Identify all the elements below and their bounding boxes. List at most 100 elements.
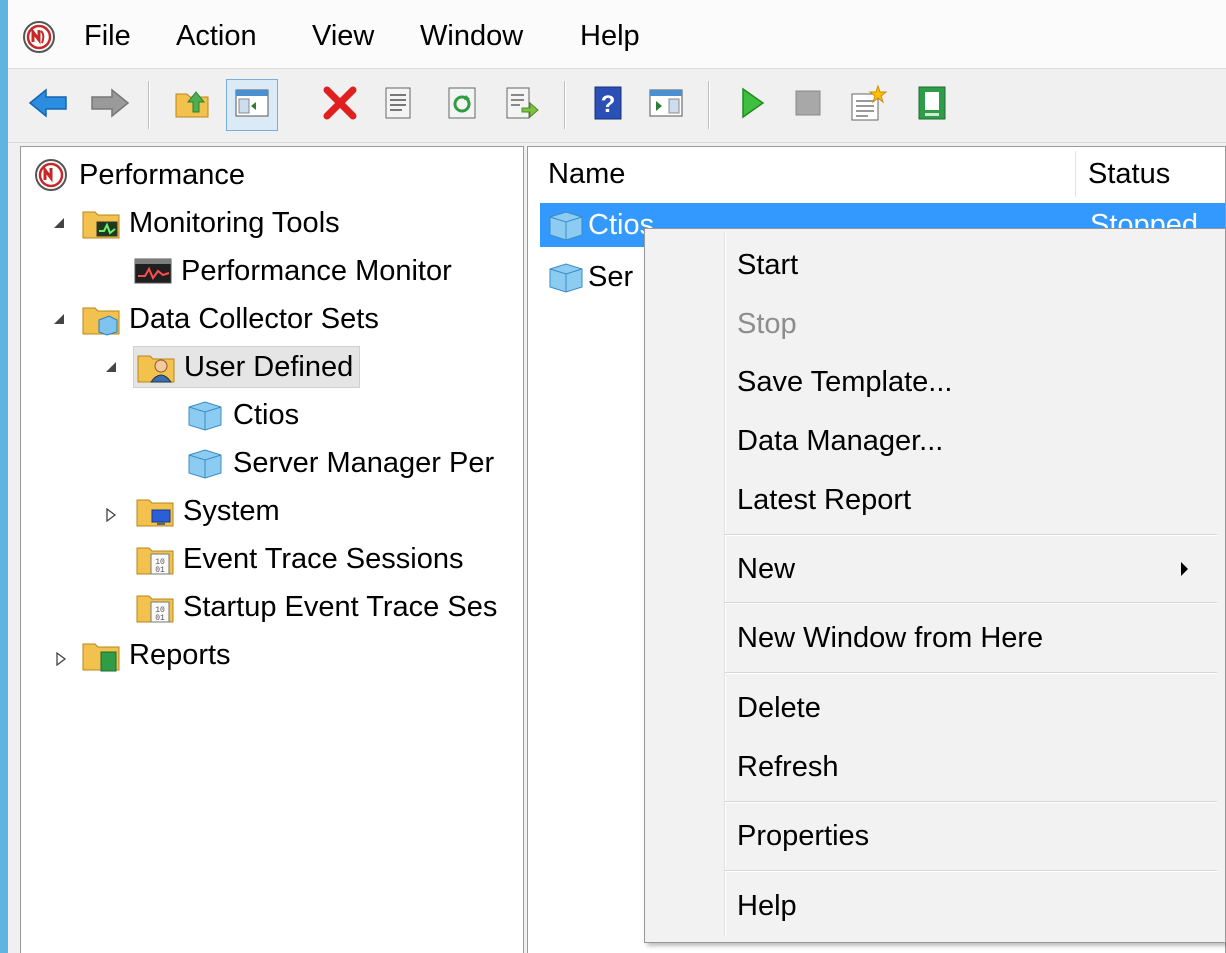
properties-button[interactable] — [372, 79, 424, 131]
show-hide-action-pane-button[interactable] — [640, 79, 692, 131]
collapse-arrow-icon[interactable] — [51, 311, 67, 327]
monitoring-folder-icon — [79, 205, 123, 241]
expand-arrow-icon[interactable] — [53, 651, 69, 667]
new-data-collector-set-button[interactable] — [842, 79, 894, 131]
menu-separator — [725, 672, 1217, 674]
tree-node-system[interactable]: System — [133, 491, 286, 531]
menu-help[interactable]: Help — [576, 17, 644, 55]
tree-node-event-trace-sessions[interactable]: 10 01 Event Trace Sessions — [133, 539, 469, 579]
performance-monitor-icon — [131, 253, 175, 289]
tree-node-ctios[interactable]: Ctios — [183, 395, 305, 435]
collapse-arrow-icon[interactable] — [103, 359, 119, 375]
delete-button[interactable] — [314, 79, 366, 131]
tree-node-user-defined[interactable]: User Defined — [133, 346, 361, 388]
menu-separator — [725, 801, 1217, 803]
trace-folder-icon: 10 01 — [133, 589, 177, 625]
ctx-help[interactable]: Help — [645, 880, 1225, 932]
ctx-properties[interactable]: Properties — [645, 810, 1225, 862]
export-list-button[interactable] — [496, 79, 548, 131]
tree-node-server-manager[interactable]: Server Manager Per — [183, 443, 500, 483]
tree-label: Ctios — [233, 399, 300, 431]
tree-label: System — [183, 495, 280, 527]
up-one-level-button[interactable] — [166, 79, 218, 131]
stop-button[interactable] — [782, 79, 834, 131]
console-tree: Performance Monitoring Tools Performance… — [20, 146, 524, 953]
refresh-button[interactable] — [436, 79, 488, 131]
collector-set-icon — [546, 261, 586, 298]
show-hide-tree-icon — [234, 87, 270, 124]
menu-separator — [725, 870, 1217, 872]
latest-report-button[interactable] — [906, 79, 958, 131]
ctx-label: Start — [737, 249, 799, 281]
collapse-arrow-icon[interactable] — [51, 215, 67, 231]
performance-icon — [29, 157, 73, 193]
svg-text:?: ? — [601, 91, 616, 118]
collector-set-icon — [546, 209, 586, 246]
menu-bar: File Action View Window Help — [8, 0, 1226, 69]
ctx-new-window-from-here[interactable]: New Window from Here — [645, 612, 1225, 664]
system-folder-icon — [133, 493, 177, 529]
report-icon — [916, 85, 948, 126]
refresh-icon — [446, 86, 478, 125]
ctx-start[interactable]: Start — [645, 239, 1225, 291]
menu-separator — [725, 602, 1217, 604]
tree-label: Event Trace Sessions — [183, 543, 464, 575]
ctx-label: Help — [737, 890, 797, 922]
column-header-status[interactable]: Status — [1076, 151, 1225, 197]
start-button[interactable] — [726, 79, 778, 131]
performance-app-icon[interactable] — [22, 20, 56, 59]
stop-icon — [793, 88, 823, 123]
ctx-stop[interactable]: Stop — [645, 298, 1225, 350]
ctx-label: Stop — [737, 308, 797, 340]
ctx-save-template[interactable]: Save Template... — [645, 356, 1225, 408]
tree-label: Performance Monitor — [181, 255, 452, 287]
tree-node-monitoring-tools[interactable]: Monitoring Tools — [79, 203, 346, 243]
help-button[interactable]: ? — [582, 79, 634, 131]
tree-label: Performance — [79, 159, 246, 191]
ctx-delete[interactable]: Delete — [645, 682, 1225, 734]
start-icon — [737, 86, 767, 125]
tree-label: Data Collector Sets — [129, 303, 379, 335]
menu-action[interactable]: Action — [172, 17, 261, 55]
up-folder-icon — [173, 86, 211, 125]
tree-node-reports[interactable]: Reports — [79, 635, 237, 675]
ctx-label: Delete — [737, 692, 821, 724]
new-collector-icon — [848, 83, 888, 127]
window-edge-accent — [0, 0, 8, 953]
row-name: Ser — [588, 261, 634, 293]
tree-label: Startup Event Trace Ses — [183, 591, 498, 623]
collector-folder-icon — [79, 301, 123, 337]
menu-file[interactable]: File — [80, 17, 135, 55]
ctx-label: Data Manager... — [737, 425, 944, 457]
user-folder-icon — [134, 349, 178, 385]
collector-set-icon — [183, 397, 227, 433]
ctx-data-manager[interactable]: Data Manager... — [645, 415, 1225, 467]
ctx-label: Refresh — [737, 751, 839, 783]
export-list-icon — [504, 86, 540, 125]
back-button[interactable] — [22, 79, 74, 131]
column-header-name[interactable]: Name — [528, 151, 1076, 197]
show-hide-console-tree-button[interactable] — [226, 79, 278, 131]
tree-node-performance[interactable]: Performance — [29, 155, 251, 195]
context-menu: Start Stop Save Template... Data Manager… — [644, 228, 1226, 943]
tree-node-performance-monitor[interactable]: Performance Monitor — [131, 251, 458, 291]
menu-separator — [725, 534, 1217, 536]
tree-node-startup-event-trace[interactable]: 10 01 Startup Event Trace Ses — [133, 587, 503, 627]
trace-folder-icon: 10 01 — [133, 541, 177, 577]
tree-label: Server Manager Per — [233, 447, 495, 479]
tree-label: User Defined — [184, 351, 354, 383]
forward-button[interactable] — [84, 79, 136, 131]
ctx-refresh[interactable]: Refresh — [645, 741, 1225, 793]
show-action-pane-icon — [648, 87, 684, 124]
tree-node-data-collector-sets[interactable]: Data Collector Sets — [79, 299, 385, 339]
collector-set-icon — [183, 445, 227, 481]
ctx-latest-report[interactable]: Latest Report — [645, 474, 1225, 526]
menu-window[interactable]: Window — [416, 17, 527, 55]
svg-text:01: 01 — [155, 614, 165, 623]
expand-arrow-icon[interactable] — [103, 507, 119, 523]
toolbar-separator — [148, 81, 150, 129]
menu-view[interactable]: View — [308, 17, 378, 55]
ctx-new[interactable]: New — [645, 543, 1225, 595]
reports-folder-icon — [79, 637, 123, 673]
toolbar: ? — [8, 69, 1226, 143]
